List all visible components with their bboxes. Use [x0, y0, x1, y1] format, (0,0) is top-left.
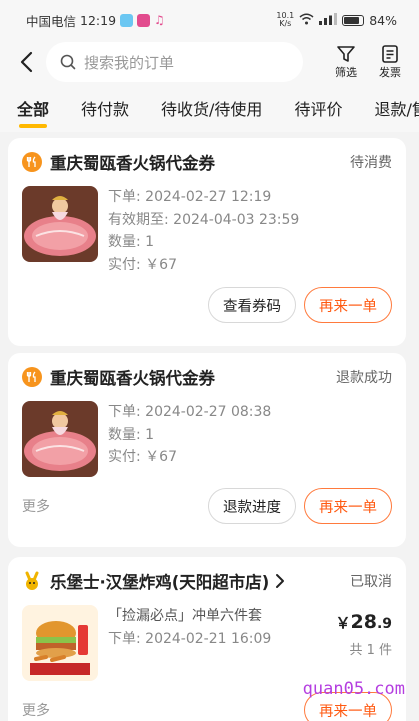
clock: 12:19: [80, 12, 117, 28]
item-count: 共 1 件: [349, 643, 392, 658]
quantity: 数量: 1: [108, 426, 155, 443]
reorder-button[interactable]: 再来一单: [304, 287, 392, 323]
filter-label: 筛选: [335, 66, 357, 79]
tab-to-receive-use[interactable]: 待收货/待使用: [161, 96, 262, 120]
video-notification-icon: [137, 13, 151, 27]
invoice-label: 发票: [379, 66, 401, 79]
invoice-icon: [382, 45, 398, 63]
tab-pending-payment[interactable]: 待付款: [81, 96, 129, 120]
order-time: 下单: 2024-02-27 08:38: [108, 404, 272, 420]
product-image[interactable]: [22, 186, 98, 262]
order-time: 下单: 2024-02-27 12:19: [108, 189, 272, 205]
signal-icon: [319, 12, 338, 28]
status-bar: 中国电信 12:19 ♫ 10.1 K/s 84%: [0, 0, 419, 40]
quantity: 数量: 1: [108, 234, 155, 250]
more-link[interactable]: 更多: [22, 496, 50, 516]
tab-to-review[interactable]: 待评价: [294, 96, 342, 120]
amount-paid: 实付: ￥67: [108, 449, 177, 465]
food-icon: [22, 367, 42, 387]
store-logo-icon: [22, 571, 42, 591]
search-icon: [60, 54, 76, 70]
price: ￥28.9: [335, 611, 392, 633]
filter-icon: [337, 46, 355, 62]
item-title: 「捡漏必点」冲单六件套: [108, 608, 262, 624]
back-button[interactable]: [14, 47, 38, 77]
search-placeholder: 搜索我的订单: [84, 53, 175, 72]
product-image[interactable]: [22, 401, 98, 477]
app-notification-icon: [120, 13, 134, 27]
reorder-button[interactable]: 再来一单: [304, 488, 392, 524]
chevron-right-icon: [275, 573, 350, 589]
order-status: 已取消: [350, 574, 392, 590]
store-name[interactable]: 乐堡士·汉堡炸鸡(天阳超市店): [50, 569, 269, 593]
filter-button[interactable]: 筛选: [329, 44, 363, 80]
refund-progress-button[interactable]: 退款进度: [208, 488, 296, 524]
header: 搜索我的订单 筛选 发票: [0, 40, 419, 84]
battery-icon: [342, 14, 365, 26]
more-link[interactable]: 更多: [22, 700, 50, 720]
store-name[interactable]: 重庆蜀瓯香火锅代金券: [50, 365, 336, 389]
search-input[interactable]: 搜索我的订单: [46, 42, 303, 82]
net-speed: 10.1 K/s: [276, 11, 295, 28]
valid-until: 有效期至: 2024-04-03 23:59: [108, 211, 300, 228]
tab-all[interactable]: 全部: [17, 96, 49, 128]
order-card[interactable]: 重庆蜀瓯香火锅代金券 待消费 下单: 2024-02-27 12:19 有效期至…: [8, 138, 406, 346]
invoice-button[interactable]: 发票: [373, 44, 407, 80]
watermark: quan05.com: [302, 679, 405, 699]
order-time: 下单: 2024-02-21 16:09: [108, 630, 272, 647]
order-card[interactable]: 重庆蜀瓯香火锅代金券 退款成功 下单: 2024-02-27 08:38 数量:…: [8, 353, 406, 547]
chevron-left-icon: [20, 51, 33, 73]
music-notification-icon: ♫: [154, 13, 165, 27]
store-name[interactable]: 重庆蜀瓯香火锅代金券: [50, 150, 350, 174]
product-image[interactable]: [22, 605, 98, 681]
tab-refund[interactable]: 退款/售后: [374, 96, 419, 120]
amount-paid: 实付: ￥67: [108, 256, 177, 273]
wifi-icon: [299, 13, 314, 28]
carrier-label: 中国电信: [26, 13, 77, 29]
battery-level: 84%: [369, 12, 397, 28]
order-status: 退款成功: [336, 370, 392, 386]
order-status: 待消费: [350, 155, 392, 171]
food-icon: [22, 152, 42, 172]
order-tabs: 全部 待付款 待收货/待使用 待评价 退款/售后: [0, 84, 419, 132]
view-coupon-code-button[interactable]: 查看券码: [208, 287, 296, 323]
